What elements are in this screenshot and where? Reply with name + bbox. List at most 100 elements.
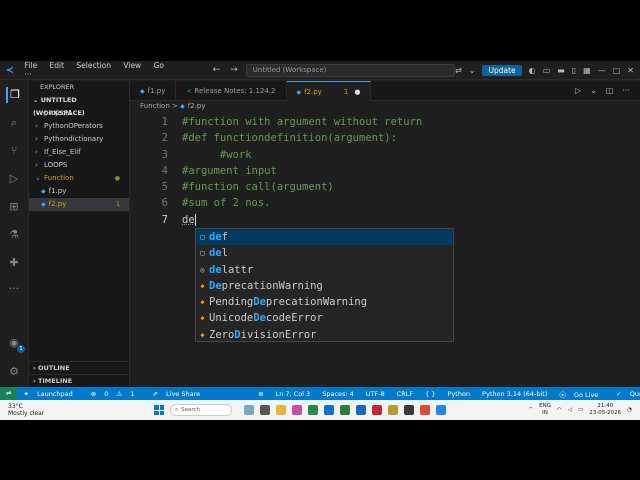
input-language[interactable]: ENG IN	[539, 403, 551, 417]
copilot-app-icon[interactable]	[292, 405, 302, 415]
quokka-status[interactable]: ✓ Quokka	[610, 390, 640, 398]
run-debug-icon[interactable]: ▷	[6, 171, 22, 187]
python-interpreter[interactable]: Python 3.14 (64-bit)	[476, 390, 553, 398]
edge-icon[interactable]	[324, 405, 334, 415]
toggle-panel-icon[interactable]: ▬	[557, 66, 565, 75]
volume-icon[interactable]: ◁	[568, 407, 572, 413]
back-arrow-icon[interactable]: ←	[213, 65, 221, 75]
suggestion-item[interactable]: ◆ ZeroDivisionError	[196, 327, 453, 343]
accounts-sync-icon[interactable]: ◐	[529, 66, 536, 75]
chrome-icon[interactable]	[308, 405, 318, 415]
testing-flask-icon[interactable]: ⚗	[6, 227, 22, 243]
file-f1-py[interactable]: ◆ f1.py	[29, 185, 129, 198]
workspace-title[interactable]: ⌄ UNTITLED (WORKSPACE)	[29, 94, 129, 117]
language-mode[interactable]: Python	[442, 390, 477, 398]
suggestion-item[interactable]: ◆ DeprecationWarning	[196, 278, 453, 294]
landscape-widget-icon[interactable]	[244, 405, 254, 415]
excel-icon[interactable]	[340, 405, 350, 415]
battery-icon[interactable]: ▭	[578, 407, 583, 413]
zoom-icon[interactable]: ⊕	[252, 390, 269, 398]
customize-layout-icon[interactable]: ▦	[583, 66, 591, 75]
language-braces-icon[interactable]: { }	[419, 390, 441, 398]
menu-edit[interactable]: Edit	[45, 61, 70, 70]
file-f2-py[interactable]: ◆ f2.py 1	[29, 198, 129, 211]
notification-icon[interactable]: ◔	[627, 407, 632, 413]
minimize-icon[interactable]: —	[598, 66, 606, 75]
python-file-icon: ◆	[296, 89, 302, 96]
menu-file[interactable]: File	[20, 61, 43, 70]
problems-status[interactable]: ⊗ 0 ⚠ 1	[85, 390, 147, 398]
menu-go[interactable]: Go	[149, 61, 169, 70]
taskbar-search[interactable]: ⌕ Search	[170, 404, 232, 416]
security-app-icon[interactable]	[372, 405, 382, 415]
folder-if-else-elif[interactable]: › If_Else_Elif	[29, 146, 129, 159]
eol-status[interactable]: CRLF	[391, 390, 419, 398]
suggestion-item[interactable]: □ del	[196, 245, 453, 261]
breadcrumb-file[interactable]: f2.py	[188, 102, 206, 110]
search-icon[interactable]: ⌕	[6, 115, 22, 131]
copilot-icon[interactable]: ⇄	[455, 66, 462, 75]
python-icon[interactable]: ✚	[6, 255, 22, 271]
suggestion-item[interactable]: ◆ PendingDeprecationWarning	[196, 294, 453, 310]
chrome-alt-icon[interactable]	[420, 405, 430, 415]
suggestion-item[interactable]: □ def	[196, 229, 453, 246]
live-share-status[interactable]: ⇗ Live Share	[147, 390, 213, 398]
tab-release-notes[interactable]: ≺ Release Notes: 1.124.2	[176, 81, 287, 101]
indentation-status[interactable]: Spaces: 4	[316, 390, 360, 398]
go-live-label: Go Live	[573, 390, 599, 399]
forward-arrow-icon[interactable]: →	[230, 65, 238, 75]
store-icon[interactable]	[356, 405, 366, 415]
timeline-section[interactable]: › TIMELINE	[29, 374, 129, 387]
run-icon[interactable]: ▷	[575, 86, 581, 95]
manage-gear-icon[interactable]: ⚙	[6, 364, 22, 380]
launchpad-status[interactable]: ✦ Launchpad	[17, 390, 84, 398]
go-live-status[interactable]: ⦿ Go Live	[553, 389, 610, 399]
split-editor-icon[interactable]: ◫	[606, 86, 614, 95]
remote-indicator-icon[interactable]: ⇌	[0, 387, 18, 400]
maximize-icon[interactable]: □	[613, 66, 621, 75]
folder-pythondictionary[interactable]: › Pythondictionary	[29, 133, 129, 146]
python-app-icon[interactable]	[388, 405, 398, 415]
suggestion-item[interactable]: ◆ UnicodeDecodeError	[196, 310, 453, 326]
suggestion-item[interactable]: ◎ delattr	[196, 262, 453, 278]
source-control-icon[interactable]: ⑂	[6, 143, 22, 159]
vscode-app-icon[interactable]	[436, 405, 446, 415]
chevron-down-icon[interactable]: ⌄	[469, 66, 476, 75]
tab-f2-py[interactable]: ◆ f2.py 1 ●	[286, 81, 372, 101]
folder-function[interactable]: ⌄ Function ●	[29, 172, 129, 185]
wifi-icon[interactable]: ◠	[557, 407, 562, 413]
unsaved-dot-icon[interactable]: ●	[354, 88, 360, 96]
menu-selection[interactable]: Selection	[71, 61, 116, 70]
folder-pythonoperators[interactable]: › PythonOPerators	[29, 120, 129, 133]
clock[interactable]: 21:40 23-05-2026	[589, 403, 621, 417]
update-button[interactable]: Update	[482, 64, 522, 76]
command-center[interactable]: Untitled (Workspace)	[245, 63, 456, 77]
toggle-sidebar-icon[interactable]: ▭	[543, 66, 551, 75]
weather-widget[interactable]: 33°C Mostly clear	[0, 403, 60, 417]
windows-taskbar: 33°C Mostly clear ⌕ Search ⌃ ENG IN ◠ ◁ …	[0, 400, 640, 420]
outline-section[interactable]: › OUTLINE	[29, 361, 129, 374]
file-explorer-icon[interactable]	[276, 405, 286, 415]
chevron-down-icon[interactable]: ⌄	[590, 86, 597, 95]
code-editor[interactable]: 1 #function with argument without return …	[130, 114, 640, 228]
suggestion-rest: lattr	[221, 263, 254, 276]
extensions-icon[interactable]: ⊞	[6, 199, 22, 215]
explorer-files-icon[interactable]: ❐	[6, 87, 22, 103]
breadcrumb-folder[interactable]: Function	[140, 102, 170, 110]
terminal-icon[interactable]	[404, 405, 414, 415]
more-actions-icon[interactable]: ···	[622, 86, 630, 95]
menu-more[interactable]: ···	[20, 70, 37, 79]
python-file-icon: ◆	[140, 88, 145, 95]
toggle-secondary-sidebar-icon[interactable]: ▯	[572, 66, 576, 75]
task-view-icon[interactable]	[260, 405, 270, 415]
cursor-position[interactable]: Ln 7, Col 3	[270, 390, 317, 398]
folder-project1[interactable]: › project1	[29, 107, 129, 120]
menu-view[interactable]: View	[118, 61, 146, 70]
tray-chevron-up-icon[interactable]: ⌃	[529, 407, 534, 413]
windows-start-icon[interactable]	[154, 405, 164, 415]
encoding-status[interactable]: UTF-8	[360, 390, 391, 398]
more-icon[interactable]: ···	[6, 281, 22, 297]
folder-loops[interactable]: › LOOPS	[29, 159, 129, 172]
tab-f1-py[interactable]: ◆ f1.py	[130, 81, 177, 101]
close-icon[interactable]: ✕	[627, 66, 634, 75]
